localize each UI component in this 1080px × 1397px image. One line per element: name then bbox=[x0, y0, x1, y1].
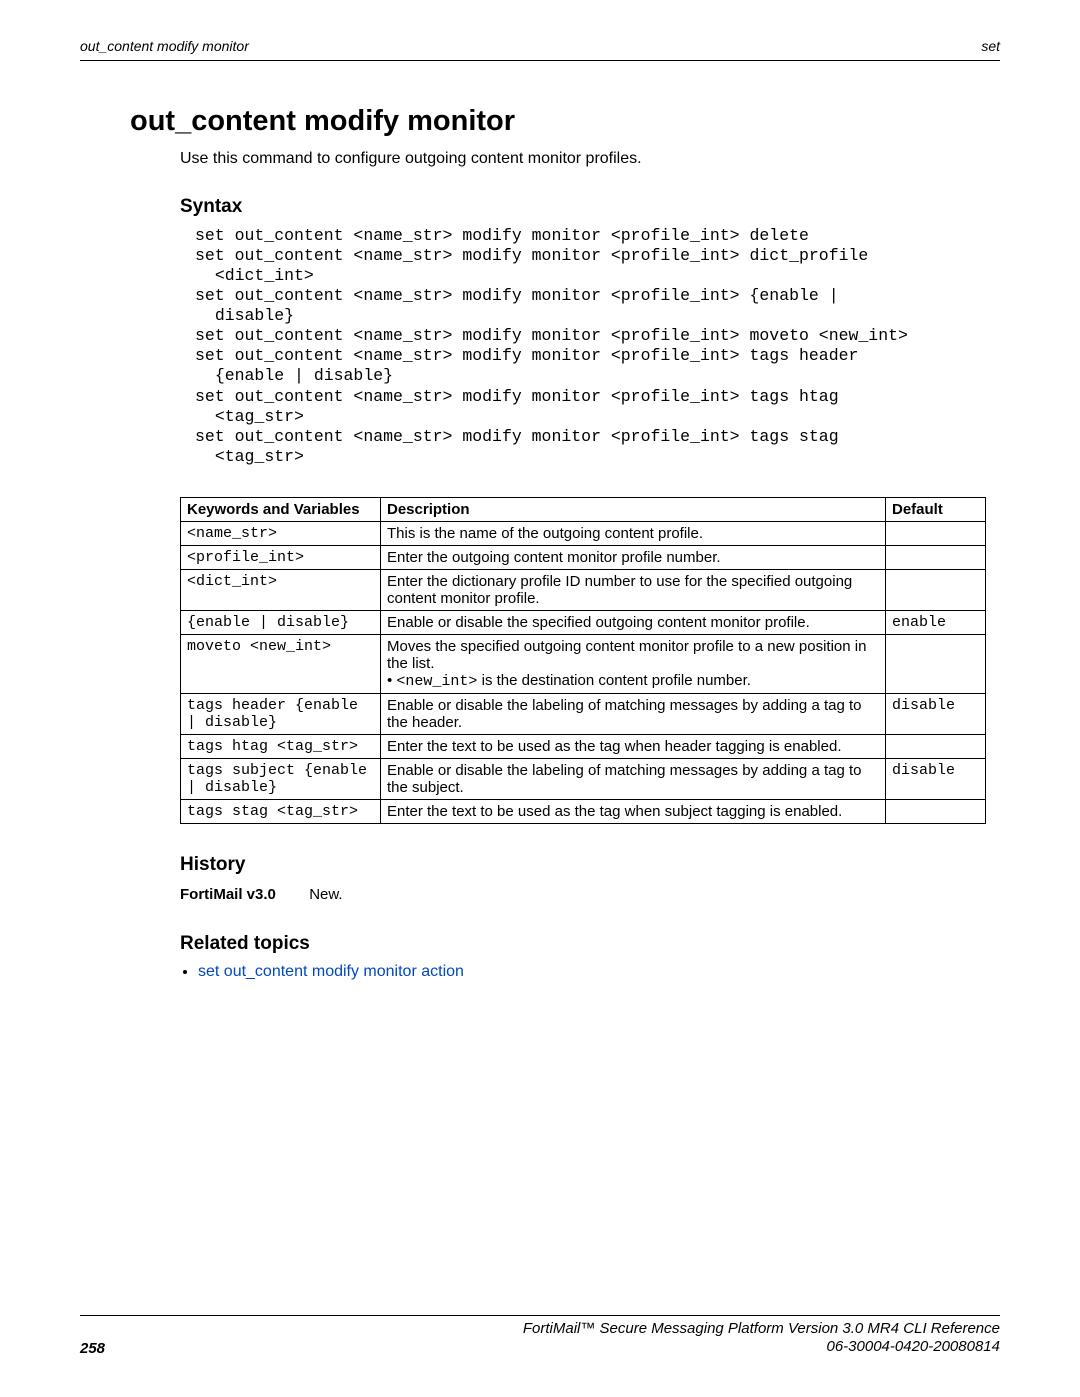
cell-description: Enter the text to be used as the tag whe… bbox=[381, 735, 886, 759]
cell-description: Enable or disable the labeling of matchi… bbox=[381, 759, 886, 800]
cell-description: This is the name of the outgoing content… bbox=[381, 522, 886, 546]
cell-description: Enable or disable the specified outgoing… bbox=[381, 611, 886, 635]
list-item: set out_content modify monitor action bbox=[198, 963, 1000, 981]
table-row: tags stag <tag_str>Enter the text to be … bbox=[181, 800, 986, 824]
running-header: out_content modify monitor set bbox=[80, 38, 1000, 54]
table-row: tags header {enable | disable}Enable or … bbox=[181, 694, 986, 735]
running-header-left: out_content modify monitor bbox=[80, 38, 249, 54]
col-keywords: Keywords and Variables bbox=[181, 498, 381, 522]
footer-doc-id: 06-30004-0420-20080814 bbox=[523, 1338, 1000, 1357]
header-rule bbox=[80, 60, 1000, 61]
cell-keyword: <dict_int> bbox=[181, 570, 381, 611]
table-row: moveto <new_int>Moves the specified outg… bbox=[181, 635, 986, 694]
cell-description: Enter the text to be used as the tag whe… bbox=[381, 800, 886, 824]
syntax-heading: Syntax bbox=[180, 196, 1000, 218]
page-footer: 258 FortiMail™ Secure Messaging Platform… bbox=[80, 1315, 1000, 1358]
table-row: tags subject {enable | disable}Enable or… bbox=[181, 759, 986, 800]
table-row: tags htag <tag_str>Enter the text to be … bbox=[181, 735, 986, 759]
cell-default bbox=[886, 546, 986, 570]
cell-description: Enter the outgoing content monitor profi… bbox=[381, 546, 886, 570]
cell-default bbox=[886, 735, 986, 759]
col-description: Description bbox=[381, 498, 886, 522]
table-row: <profile_int>Enter the outgoing content … bbox=[181, 546, 986, 570]
history-version: FortiMail v3.0 bbox=[180, 886, 276, 903]
cell-description: Moves the specified outgoing content mon… bbox=[381, 635, 886, 694]
intro-paragraph: Use this command to configure outgoing c… bbox=[180, 148, 1000, 170]
history-heading: History bbox=[180, 854, 1000, 876]
cell-keyword: <profile_int> bbox=[181, 546, 381, 570]
related-link[interactable]: set out_content modify monitor action bbox=[198, 963, 464, 980]
cell-default bbox=[886, 635, 986, 694]
footer-rule bbox=[80, 1315, 1000, 1316]
syntax-block: set out_content <name_str> modify monito… bbox=[195, 226, 1000, 468]
page-title: out_content modify monitor bbox=[130, 105, 1000, 138]
table-header-row: Keywords and Variables Description Defau… bbox=[181, 498, 986, 522]
cell-default: enable bbox=[886, 611, 986, 635]
table-row: <name_str>This is the name of the outgoi… bbox=[181, 522, 986, 546]
cell-keyword: tags htag <tag_str> bbox=[181, 735, 381, 759]
cell-default: disable bbox=[886, 759, 986, 800]
page-number: 258 bbox=[80, 1340, 105, 1357]
cell-description: Enter the dictionary profile ID number t… bbox=[381, 570, 886, 611]
cell-keyword: tags stag <tag_str> bbox=[181, 800, 381, 824]
cell-description: Enable or disable the labeling of matchi… bbox=[381, 694, 886, 735]
footer-product-line: FortiMail™ Secure Messaging Platform Ver… bbox=[523, 1320, 1000, 1339]
cell-keyword: tags subject {enable | disable} bbox=[181, 759, 381, 800]
table-row: <dict_int>Enter the dictionary profile I… bbox=[181, 570, 986, 611]
running-header-right: set bbox=[981, 38, 1000, 54]
related-topics-list: set out_content modify monitor action bbox=[180, 963, 1000, 981]
cell-default bbox=[886, 570, 986, 611]
cell-keyword: <name_str> bbox=[181, 522, 381, 546]
table-row: {enable | disable}Enable or disable the … bbox=[181, 611, 986, 635]
cell-keyword: tags header {enable | disable} bbox=[181, 694, 381, 735]
cell-default: disable bbox=[886, 694, 986, 735]
history-entry: FortiMail v3.0 New. bbox=[180, 886, 1000, 903]
cell-keyword: moveto <new_int> bbox=[181, 635, 381, 694]
col-default: Default bbox=[886, 498, 986, 522]
cell-default bbox=[886, 522, 986, 546]
related-heading: Related topics bbox=[180, 933, 1000, 955]
cell-keyword: {enable | disable} bbox=[181, 611, 381, 635]
cell-default bbox=[886, 800, 986, 824]
parameters-table: Keywords and Variables Description Defau… bbox=[180, 497, 986, 824]
history-note: New. bbox=[309, 886, 342, 903]
